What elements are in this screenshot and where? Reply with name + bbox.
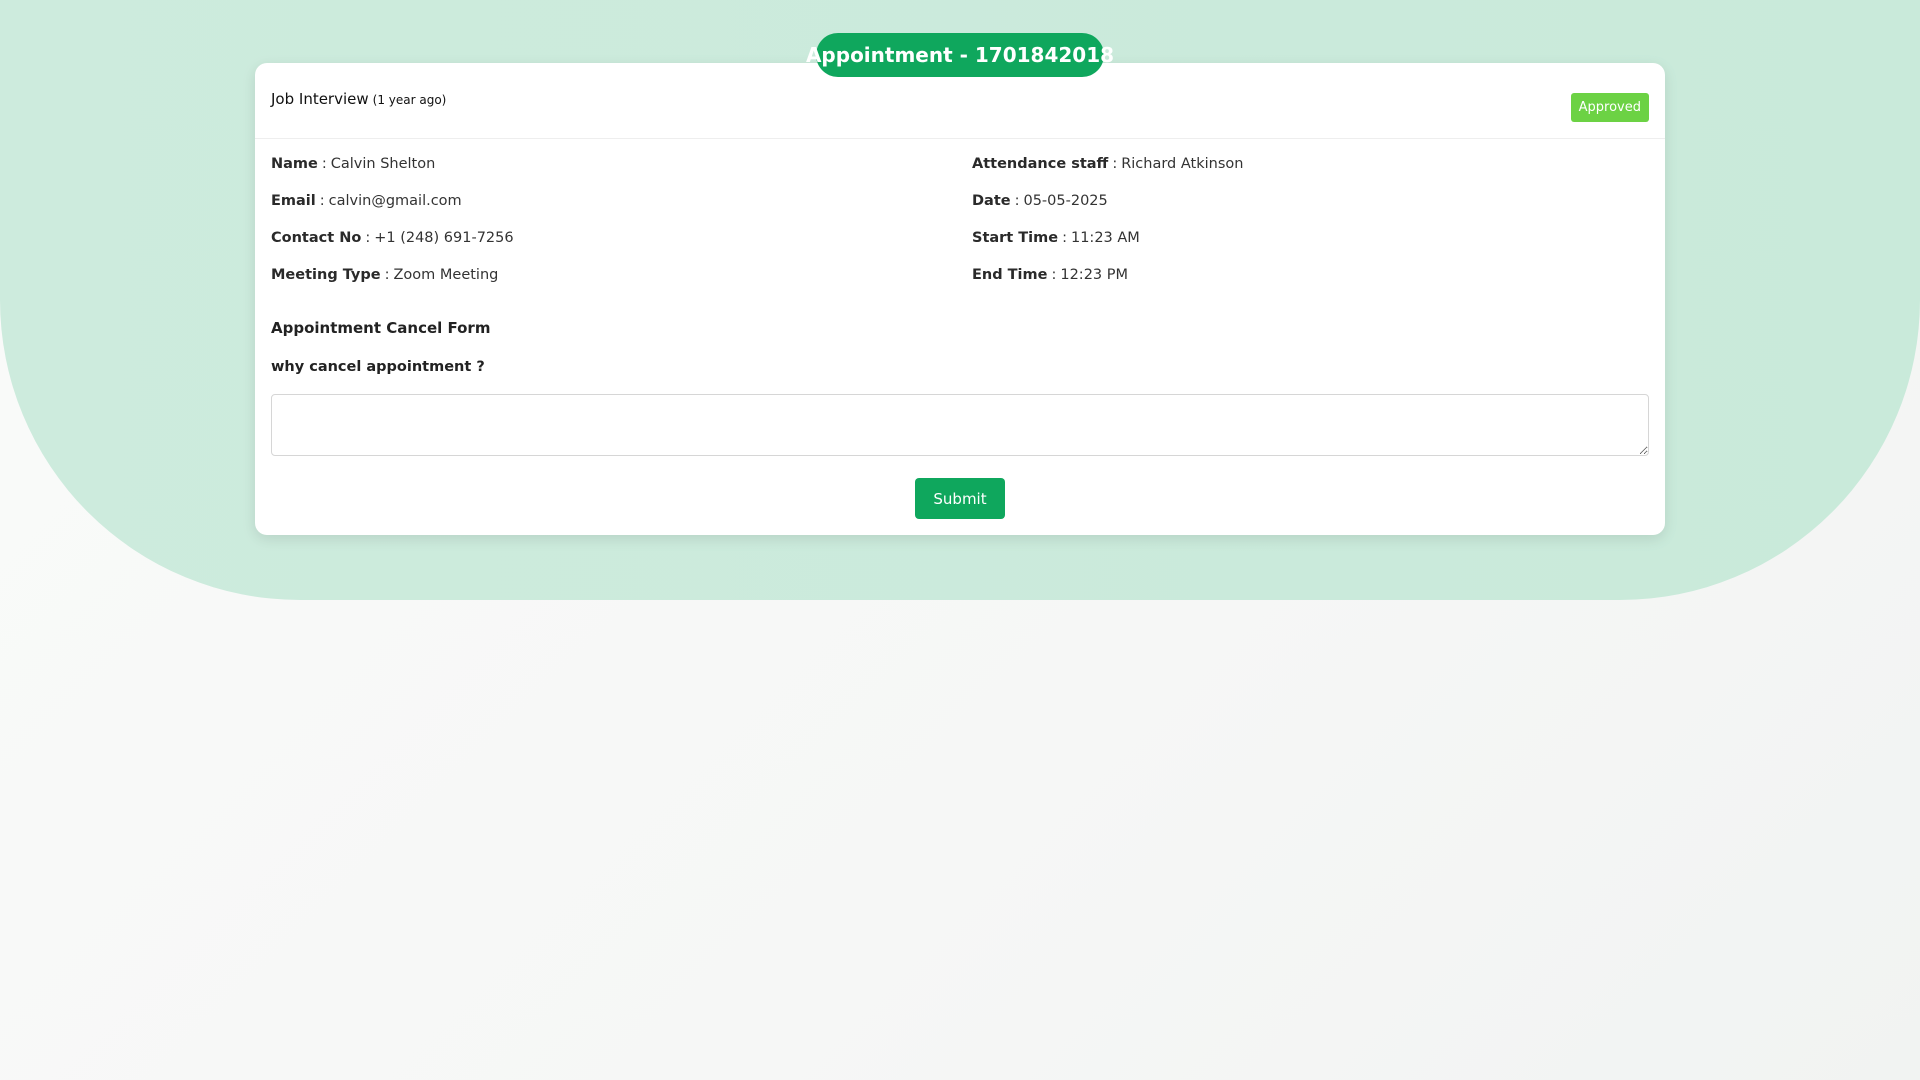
cancel-reason-label: why cancel appointment ? (271, 359, 485, 375)
field-value: 05-05-2025 (1023, 193, 1108, 209)
field-date: Date:05-05-2025 (972, 193, 1108, 209)
field-separator: : (365, 230, 371, 246)
field-value: Calvin Shelton (330, 156, 436, 172)
field-value: +1 (248) 691-7256 (374, 230, 514, 246)
field-value: Richard Atkinson (1121, 156, 1244, 172)
field-label: Start Time (972, 230, 1059, 246)
appointment-type-title: Job Interview (1 year ago) (271, 90, 446, 108)
field-value: 11:23 AM (1070, 230, 1140, 246)
field-separator: : (384, 267, 390, 283)
field-contact-no: Contact No: +1 (248) 691-7256 (271, 230, 514, 246)
field-separator: : (1014, 193, 1020, 209)
field-label: Email (271, 193, 316, 209)
field-label: Name (271, 156, 318, 172)
status-badge: Approved (1570, 93, 1649, 122)
field-label: Attendance staff (972, 156, 1109, 172)
time-ago: (1 year ago) (372, 93, 447, 107)
field-separator: : (1062, 230, 1067, 246)
cancel-reason-textarea[interactable] (271, 394, 1649, 456)
submit-button[interactable]: Submit (915, 478, 1005, 519)
cancel-form-title: Appointment Cancel Form (271, 319, 491, 337)
appointment-card: Job Interview (1 year ago) Approved Name:… (255, 63, 1665, 535)
field-email: Email: calvin@gmail.com (271, 193, 462, 209)
field-separator: : (1051, 267, 1057, 283)
field-attendance-staff: Attendance staff: Richard Atkinson (972, 156, 1243, 172)
appointment-title-pill: Appointment - 1701842018 (806, 33, 1114, 77)
field-value: 12:23 PM (1060, 267, 1129, 283)
field-separator: : (1112, 156, 1118, 172)
field-name: Name: Calvin Shelton (271, 156, 435, 172)
field-separator: : (321, 156, 327, 172)
field-value: Zoom Meeting (393, 267, 499, 283)
field-meeting-type: Meeting Type: Zoom Meeting (271, 267, 498, 283)
field-label: Meeting Type (271, 267, 381, 283)
field-label: End Time (972, 267, 1048, 283)
field-value: calvin@gmail.com (328, 193, 462, 209)
field-start-time: Start Time:11:23 AM (972, 230, 1140, 246)
field-label: Date (972, 193, 1011, 209)
field-end-time: End Time:12:23 PM (972, 267, 1128, 283)
appointment-type: Job Interview (271, 90, 369, 108)
field-separator: : (319, 193, 325, 209)
field-label: Contact No (271, 230, 362, 246)
